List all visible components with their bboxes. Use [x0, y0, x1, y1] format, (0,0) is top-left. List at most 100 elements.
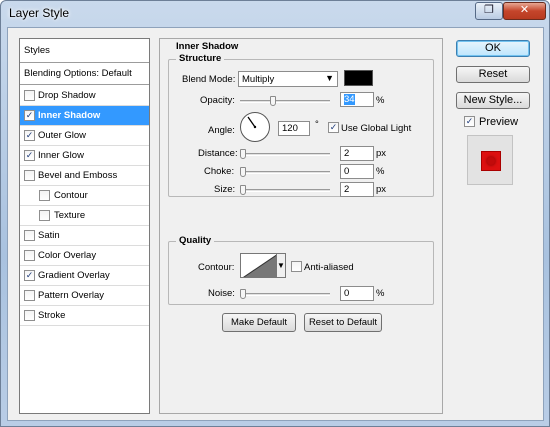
- anti-aliased-checkbox[interactable]: [291, 261, 302, 272]
- distance-input[interactable]: 2: [340, 146, 374, 161]
- style-item-label: Satin: [38, 230, 60, 241]
- texture-checkbox[interactable]: [39, 210, 50, 221]
- noise-label: Noise:: [208, 288, 235, 299]
- reset-to-default-button[interactable]: Reset to Default: [304, 313, 382, 332]
- restore-icon: ❐: [484, 4, 494, 16]
- use-global-light-checkbox[interactable]: [328, 122, 339, 133]
- restore-button[interactable]: ❐: [475, 2, 503, 20]
- blending-options-item[interactable]: Blending Options: Default: [20, 63, 149, 85]
- style-item-inner-shadow[interactable]: Inner Shadow: [20, 106, 149, 126]
- drop-shadow-checkbox[interactable]: [24, 90, 35, 101]
- size-label: Size:: [214, 184, 236, 195]
- gradient-overlay-checkbox[interactable]: [24, 270, 35, 281]
- choke-input[interactable]: 0: [340, 164, 374, 179]
- contour-dropdown[interactable]: ▼: [277, 253, 286, 278]
- opacity-label: Opacity:: [200, 95, 235, 106]
- size-slider-thumb[interactable]: [240, 185, 246, 195]
- angle-dial[interactable]: [240, 112, 270, 142]
- size-unit: px: [376, 184, 387, 195]
- opacity-unit: %: [376, 95, 385, 106]
- opacity-value: 34: [344, 94, 355, 105]
- noise-slider-thumb[interactable]: [240, 289, 246, 299]
- style-item-contour[interactable]: Contour: [20, 186, 149, 206]
- style-item-label: Gradient Overlay: [38, 270, 110, 281]
- angle-value: 120: [282, 123, 298, 134]
- distance-slider-thumb[interactable]: [240, 149, 246, 159]
- preview-label: Preview: [479, 116, 519, 128]
- title-bar: Layer Style ❐ ✕: [1, 1, 549, 27]
- styles-list: Styles Blending Options: Default Drop Sh…: [19, 38, 150, 414]
- new-style-button[interactable]: New Style...: [456, 92, 530, 109]
- distance-slider-track[interactable]: [240, 153, 330, 156]
- angle-input[interactable]: 120: [278, 121, 310, 136]
- noise-slider-track[interactable]: [240, 293, 330, 296]
- contour-checkbox[interactable]: [39, 190, 50, 201]
- noise-value: 0: [344, 288, 350, 299]
- style-item-bevel-emboss[interactable]: Bevel and Emboss: [20, 166, 149, 186]
- style-item-satin[interactable]: Satin: [20, 226, 149, 246]
- blending-options-label: Blending Options: Default: [24, 68, 132, 79]
- ok-button[interactable]: OK: [456, 40, 530, 57]
- style-preview-thumbnail: [467, 135, 513, 185]
- style-item-label: Outer Glow: [38, 130, 87, 141]
- pattern-overlay-checkbox[interactable]: [24, 290, 35, 301]
- size-slider-track[interactable]: [240, 189, 330, 192]
- preview-shape: [481, 151, 501, 171]
- distance-value: 2: [344, 148, 350, 159]
- opacity-input[interactable]: 34: [340, 92, 374, 107]
- bevel-emboss-checkbox[interactable]: [24, 170, 35, 181]
- layer-style-window: Layer Style ❐ ✕ Styles Blending Options:…: [0, 0, 550, 427]
- anti-aliased-label: Anti-aliased: [304, 262, 354, 273]
- style-item-pattern-overlay[interactable]: Pattern Overlay: [20, 286, 149, 306]
- noise-input[interactable]: 0: [340, 286, 374, 301]
- inner-shadow-checkbox[interactable]: [24, 110, 35, 121]
- close-button[interactable]: ✕: [503, 2, 546, 20]
- stroke-checkbox[interactable]: [24, 310, 35, 321]
- style-item-gradient-overlay[interactable]: Gradient Overlay: [20, 266, 149, 286]
- opacity-slider-track[interactable]: [240, 100, 330, 103]
- blend-mode-select[interactable]: Multiply ▼: [238, 71, 338, 87]
- contour-picker[interactable]: [240, 253, 277, 278]
- choke-value: 0: [344, 166, 350, 177]
- size-value: 2: [344, 184, 350, 195]
- angle-label: Angle:: [208, 125, 235, 136]
- make-default-button[interactable]: Make Default: [222, 313, 296, 332]
- shadow-color-swatch[interactable]: [344, 70, 373, 86]
- inner-shadow-panel: Inner Shadow Structure Blend Mode: Multi…: [159, 38, 443, 414]
- angle-needle-icon: [247, 116, 257, 129]
- style-item-label: Stroke: [38, 310, 66, 321]
- preview-checkbox[interactable]: [464, 116, 475, 127]
- chevron-down-icon: ▼: [277, 261, 285, 270]
- inner-glow-checkbox[interactable]: [24, 150, 35, 161]
- style-item-drop-shadow[interactable]: Drop Shadow: [20, 86, 149, 106]
- distance-unit: px: [376, 148, 387, 159]
- choke-unit: %: [376, 166, 385, 177]
- choke-label: Choke:: [204, 166, 235, 177]
- style-item-outer-glow[interactable]: Outer Glow: [20, 126, 149, 146]
- close-icon: ✕: [519, 4, 530, 16]
- choke-slider-thumb[interactable]: [240, 167, 246, 177]
- style-item-label: Drop Shadow: [38, 90, 96, 101]
- panel-title: Inner Shadow: [176, 41, 239, 52]
- reset-button[interactable]: Reset: [456, 66, 530, 83]
- styles-header[interactable]: Styles: [20, 39, 149, 63]
- satin-checkbox[interactable]: [24, 230, 35, 241]
- style-item-color-overlay[interactable]: Color Overlay: [20, 246, 149, 266]
- choke-slider-track[interactable]: [240, 171, 330, 174]
- noise-unit: %: [376, 288, 385, 299]
- style-item-label: Inner Glow: [38, 150, 84, 161]
- distance-label: Distance:: [198, 148, 238, 159]
- style-item-stroke[interactable]: Stroke: [20, 306, 149, 326]
- size-input[interactable]: 2: [340, 182, 374, 197]
- color-overlay-checkbox[interactable]: [24, 250, 35, 261]
- opacity-slider-thumb[interactable]: [270, 96, 276, 106]
- blend-mode-label: Blend Mode:: [182, 74, 235, 85]
- style-item-label: Inner Shadow: [38, 110, 101, 121]
- style-item-inner-glow[interactable]: Inner Glow: [20, 146, 149, 166]
- dialog-body: Styles Blending Options: Default Drop Sh…: [7, 27, 544, 421]
- style-item-label: Texture: [54, 210, 86, 221]
- style-item-texture[interactable]: Texture: [20, 206, 149, 226]
- style-item-label: Pattern Overlay: [38, 290, 104, 301]
- quality-title: Quality: [176, 235, 215, 246]
- outer-glow-checkbox[interactable]: [24, 130, 35, 141]
